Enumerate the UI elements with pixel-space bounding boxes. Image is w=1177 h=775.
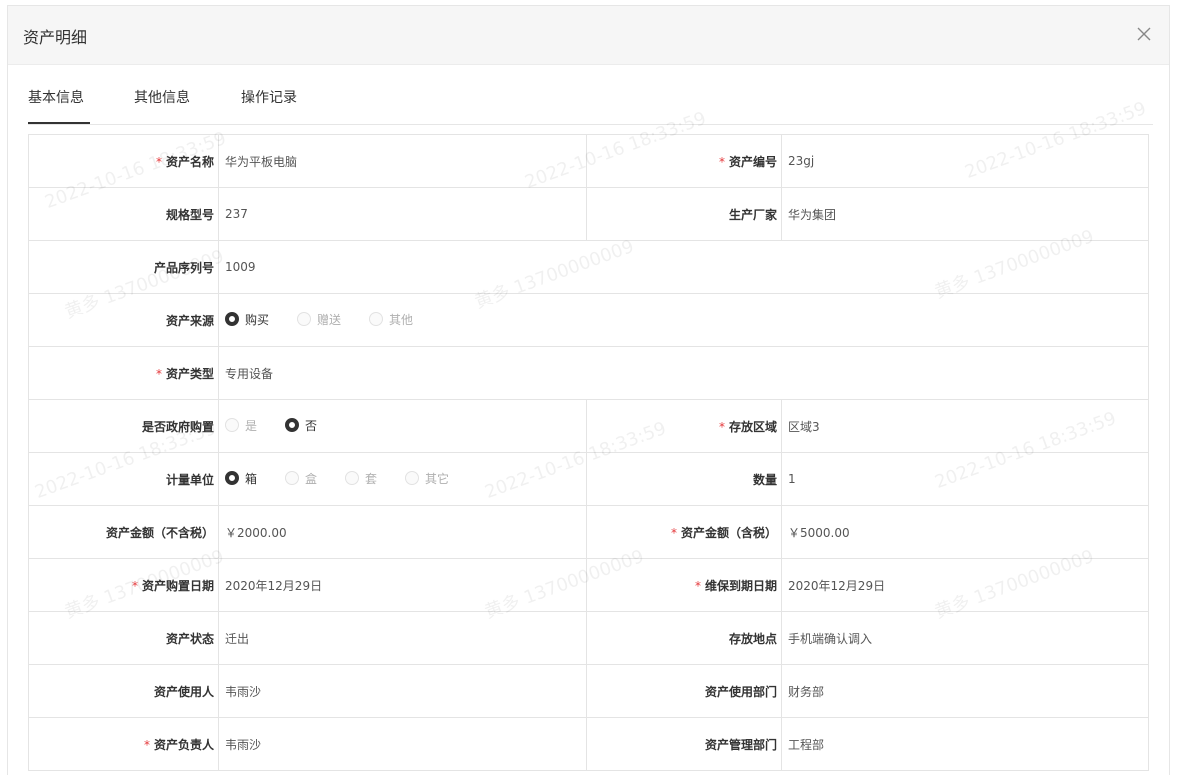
radio-dot-icon: [345, 471, 360, 486]
radio-box[interactable]: 箱: [225, 470, 257, 487]
table-row: 规格型号 237 生产厂家 华为集团: [28, 187, 1149, 241]
tab-active-indicator: [28, 122, 90, 124]
required-mark: *: [143, 737, 150, 752]
radio-dot-icon: [285, 418, 300, 433]
label-asset-owner: * 资产负责人: [28, 717, 219, 771]
radio-dot-icon: [285, 471, 300, 486]
value-serial-no: 1009: [218, 240, 1149, 294]
table-row: 产品序列号 1009: [28, 240, 1149, 294]
value-manage-dept: 工程部: [781, 717, 1149, 771]
value-amount-excl-tax: ￥2000.00: [218, 505, 587, 559]
tab-basic-info[interactable]: 基本信息: [28, 88, 84, 124]
radio-dot-icon: [225, 418, 239, 433]
value-spec-model: 237: [218, 187, 587, 241]
label-storage-area: * 存放区域: [586, 399, 782, 453]
required-mark: *: [718, 419, 725, 434]
label-user-dept: 资产使用部门: [586, 664, 782, 718]
label-asset-no: * 资产编号: [586, 134, 782, 188]
asset-form-table: * 资产名称 华为平板电脑 * 资产编号 23gj 规格型号 237 生产厂家 华为…: [28, 134, 1149, 771]
radio-other[interactable]: 其他: [369, 311, 413, 328]
radio-dot-icon: [405, 471, 420, 486]
required-mark: *: [155, 154, 162, 169]
tab-bar: 基本信息 其他信息 操作记录: [28, 88, 1153, 125]
value-warranty-date: 2020年12月29日: [781, 558, 1149, 612]
gov-purchase-radio-group: 是 否: [218, 399, 587, 453]
label-asset-name: * 资产名称: [28, 134, 219, 188]
close-icon[interactable]: [1133, 23, 1155, 45]
table-row: 资产来源 购买 赠送 其他: [28, 293, 1149, 347]
asset-source-radio-group: 购买 赠送 其他: [218, 293, 1149, 347]
label-quantity: 数量: [586, 452, 782, 506]
dialog-header: 资产明细: [8, 6, 1169, 65]
radio-dot-icon: [297, 312, 312, 327]
table-row: * 资产名称 华为平板电脑 * 资产编号 23gj: [28, 134, 1149, 188]
label-purchase-date: * 资产购置日期: [28, 558, 219, 612]
table-row: * 资产购置日期 2020年12月29日 * 维保到期日期 2020年12月29日: [28, 558, 1149, 612]
value-asset-status: 迁出: [218, 611, 587, 665]
label-asset-type: * 资产类型: [28, 346, 219, 400]
label-manage-dept: 资产管理部门: [586, 717, 782, 771]
label-asset-user: 资产使用人: [28, 664, 219, 718]
tab-other-info[interactable]: 其他信息: [134, 88, 190, 124]
table-row: 资产状态 迁出 存放地点 手机端确认调入: [28, 611, 1149, 665]
value-storage-area: 区域3: [781, 399, 1149, 453]
label-warranty-date: * 维保到期日期: [586, 558, 782, 612]
table-row: 是否政府购置 是 否 * 存放区域 区域3: [28, 399, 1149, 453]
radio-dot-icon: [369, 312, 384, 327]
radio-yes[interactable]: 是: [225, 417, 257, 434]
value-asset-user: 韦雨沙: [218, 664, 587, 718]
label-asset-status: 资产状态: [28, 611, 219, 665]
label-storage-location: 存放地点: [586, 611, 782, 665]
value-asset-name: 华为平板电脑: [218, 134, 587, 188]
label-unit: 计量单位: [28, 452, 219, 506]
value-purchase-date: 2020年12月29日: [218, 558, 587, 612]
dialog-title: 资产明细: [23, 28, 88, 47]
label-amount-incl-tax: * 资产金额（含税）: [586, 505, 782, 559]
value-asset-no: 23gj: [781, 134, 1149, 188]
label-asset-source: 资产来源: [28, 293, 219, 347]
radio-no[interactable]: 否: [285, 417, 317, 434]
required-mark: *: [670, 525, 677, 540]
label-serial-no: 产品序列号: [28, 240, 219, 294]
radio-gift[interactable]: 赠送: [297, 311, 341, 328]
radio-purchase[interactable]: 购买: [225, 311, 269, 328]
table-row: 资产金额（不含税） ￥2000.00 * 资产金额（含税） ￥5000.00: [28, 505, 1149, 559]
radio-other-unit[interactable]: 其它: [405, 470, 449, 487]
table-row: * 资产类型 专用设备: [28, 346, 1149, 400]
tab-operation-log[interactable]: 操作记录: [241, 88, 297, 124]
unit-radio-group: 箱 盒 套 其它: [218, 452, 587, 506]
value-storage-location: 手机端确认调入: [781, 611, 1149, 665]
table-row: * 资产负责人 韦雨沙 资产管理部门 工程部: [28, 717, 1149, 771]
radio-set[interactable]: 套: [345, 470, 377, 487]
label-gov-purchase: 是否政府购置: [28, 399, 219, 453]
radio-dot-icon: [225, 312, 239, 327]
required-mark: *: [694, 578, 701, 593]
value-user-dept: 财务部: [781, 664, 1149, 718]
required-mark: *: [718, 154, 725, 169]
table-row: 计量单位 箱 盒 套 其它 数量 1: [28, 452, 1149, 506]
radio-dot-icon: [225, 471, 239, 486]
value-manufacturer: 华为集团: [781, 187, 1149, 241]
value-quantity: 1: [781, 452, 1149, 506]
value-asset-owner: 韦雨沙: [218, 717, 587, 771]
value-amount-incl-tax: ￥5000.00: [781, 505, 1149, 559]
label-manufacturer: 生产厂家: [586, 187, 782, 241]
label-amount-excl-tax: 资产金额（不含税）: [28, 505, 219, 559]
radio-case[interactable]: 盒: [285, 470, 317, 487]
value-asset-type: 专用设备: [218, 346, 1149, 400]
required-mark: *: [131, 578, 138, 593]
table-row: 资产使用人 韦雨沙 资产使用部门 财务部: [28, 664, 1149, 718]
label-spec-model: 规格型号: [28, 187, 219, 241]
required-mark: *: [155, 366, 162, 381]
